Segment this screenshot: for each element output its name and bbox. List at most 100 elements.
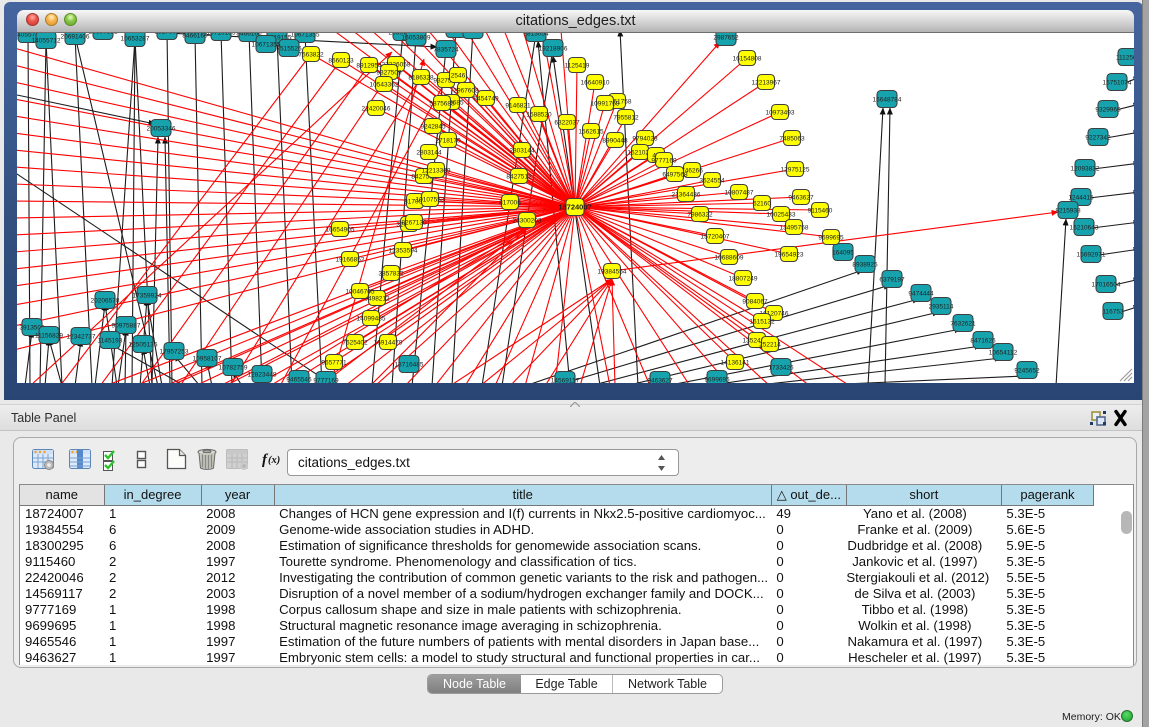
svg-text:8813054: 8813054: [523, 33, 549, 38]
svg-text:9242845: 9242845: [420, 124, 446, 131]
svg-text:1588520: 1588520: [526, 112, 552, 119]
svg-text:9084067: 9084067: [742, 299, 768, 306]
svg-text:11156829: 11156829: [35, 333, 63, 340]
svg-text:8660123: 8660123: [328, 58, 354, 65]
svg-text:14569117: 14569117: [551, 378, 580, 384]
svg-text:18807249: 18807249: [729, 276, 758, 283]
svg-text:90975887: 90975887: [112, 323, 141, 330]
svg-text:9329966: 9329966: [1095, 107, 1121, 114]
svg-text:13495758: 13495758: [780, 225, 809, 232]
svg-text:116753: 116753: [1102, 309, 1124, 316]
svg-text:5875685: 5875685: [429, 101, 455, 108]
svg-text:15751074: 15751074: [1103, 80, 1132, 87]
svg-text:10107553: 10107553: [416, 197, 445, 204]
svg-text:10025433: 10025433: [767, 212, 796, 219]
svg-text:20697381: 20697381: [89, 33, 118, 36]
svg-text:9115460: 9115460: [808, 208, 833, 215]
svg-text:17359924: 17359924: [133, 293, 162, 300]
svg-text:10543362: 10543362: [370, 82, 399, 89]
svg-text:16210643: 16210643: [1070, 225, 1099, 232]
svg-text:2718170: 2718170: [435, 138, 461, 145]
svg-text:8990448: 8990448: [602, 138, 628, 145]
svg-text:7632621: 7632621: [950, 321, 976, 328]
svg-text:10688609: 10688609: [715, 255, 744, 262]
svg-text:9463627: 9463627: [647, 378, 673, 384]
svg-text:2546: 2546: [451, 73, 466, 80]
svg-text:10654112: 10654112: [989, 350, 1018, 357]
svg-text:12505135: 12505135: [129, 342, 158, 349]
svg-text:8471626: 8471626: [970, 338, 996, 345]
svg-text:1112501: 1112501: [1116, 55, 1134, 62]
svg-text:9699695: 9699695: [818, 235, 844, 242]
svg-text:8912954: 8912954: [356, 63, 382, 70]
svg-text:8454749: 8454749: [473, 96, 499, 103]
svg-text:20053346: 20053346: [147, 126, 176, 133]
svg-text:9777169: 9777169: [651, 158, 677, 165]
svg-text:12353594: 12353594: [389, 248, 418, 255]
svg-text:21364436: 21364436: [672, 192, 701, 199]
svg-text:23300203: 23300203: [513, 218, 542, 225]
svg-text:2935114: 2935114: [929, 304, 954, 311]
svg-text:7955812: 7955812: [613, 115, 639, 122]
svg-text:1527602: 1527602: [154, 33, 180, 36]
svg-text:16648784: 16648784: [873, 97, 902, 104]
svg-text:16640910: 16640910: [581, 80, 610, 87]
svg-text:16154808: 16154808: [733, 56, 762, 63]
svg-text:9146821: 9146821: [505, 103, 531, 110]
svg-text:1125419: 1125419: [565, 63, 590, 70]
svg-text:10046705: 10046705: [346, 289, 375, 296]
svg-text:6322037: 6322037: [554, 120, 580, 127]
svg-text:16654905: 16654905: [326, 227, 355, 234]
svg-text:8267130: 8267130: [401, 220, 427, 227]
svg-text:3624554: 3624554: [699, 178, 725, 185]
svg-text:19384554: 19384554: [598, 269, 627, 276]
svg-text:7986322: 7986322: [687, 212, 713, 219]
svg-text:16914479: 16914479: [374, 340, 403, 347]
svg-text:1244415: 1244415: [1068, 195, 1094, 202]
svg-text:62160: 62160: [753, 201, 771, 208]
svg-text:19654923: 19654923: [775, 252, 804, 259]
svg-text:10973493: 10973493: [766, 110, 795, 117]
svg-text:18724007: 18724007: [558, 203, 591, 212]
svg-text:10807487: 10807487: [725, 190, 754, 197]
svg-text:6497568: 6497568: [662, 172, 688, 179]
svg-text:14099485: 14099485: [357, 316, 386, 323]
svg-text:8938925: 8938925: [852, 262, 878, 269]
svg-text:6379197: 6379197: [879, 277, 905, 284]
svg-text:19218906: 19218906: [539, 46, 568, 53]
svg-text:15692971: 15692971: [1077, 252, 1106, 259]
svg-text:8466160: 8466160: [182, 33, 208, 40]
svg-text:3857832: 3857832: [378, 271, 404, 278]
svg-text:9699695: 9699695: [704, 377, 730, 384]
svg-text:1615132: 1615132: [749, 319, 775, 326]
svg-text:7485063: 7485063: [779, 136, 805, 143]
svg-text:12823448: 12823448: [248, 372, 277, 379]
svg-text:7625402: 7625402: [342, 340, 368, 347]
svg-text:9463627: 9463627: [788, 195, 814, 202]
svg-text:9227342: 9227342: [1085, 135, 1111, 142]
svg-text:8215938: 8215938: [1055, 208, 1081, 215]
svg-text:19166852: 19166852: [336, 257, 365, 264]
svg-text:9327509: 9327509: [376, 70, 402, 77]
svg-text:1562615: 1562615: [578, 129, 604, 136]
svg-text:1733426: 1733426: [768, 365, 794, 372]
svg-text:2803144: 2803144: [416, 150, 442, 157]
svg-text:22420046: 22420046: [362, 106, 391, 113]
svg-text:10958107: 10958107: [193, 356, 222, 363]
svg-text:15720407: 15720407: [701, 234, 730, 241]
svg-text:(x): (x): [268, 455, 280, 466]
svg-text:12093832: 12093832: [1071, 166, 1100, 173]
svg-text:17016504: 17016504: [1092, 282, 1121, 289]
svg-text:14136141: 14136141: [721, 360, 750, 367]
svg-text:17957253: 17957253: [160, 349, 189, 356]
svg-text:2803144: 2803144: [509, 148, 535, 155]
svg-text:8427512: 8427512: [506, 174, 532, 181]
svg-text:164095: 164095: [832, 250, 854, 257]
svg-text:10671355: 10671355: [252, 42, 281, 49]
svg-text:14055712: 14055712: [32, 38, 61, 45]
svg-text:7835724: 7835724: [433, 47, 459, 54]
svg-text:8466160: 8466160: [460, 33, 486, 35]
svg-text:12975125: 12975125: [781, 167, 810, 174]
svg-text:10782759: 10782759: [219, 365, 248, 372]
svg-text:10719155: 10719155: [207, 33, 236, 37]
